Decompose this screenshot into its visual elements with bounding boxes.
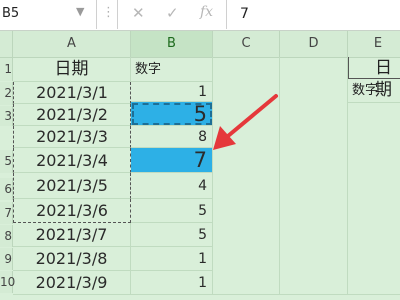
arrow-head: [213, 126, 236, 150]
annotation-arrow-icon: [213, 94, 278, 150]
arrow-shaft: [226, 94, 278, 138]
